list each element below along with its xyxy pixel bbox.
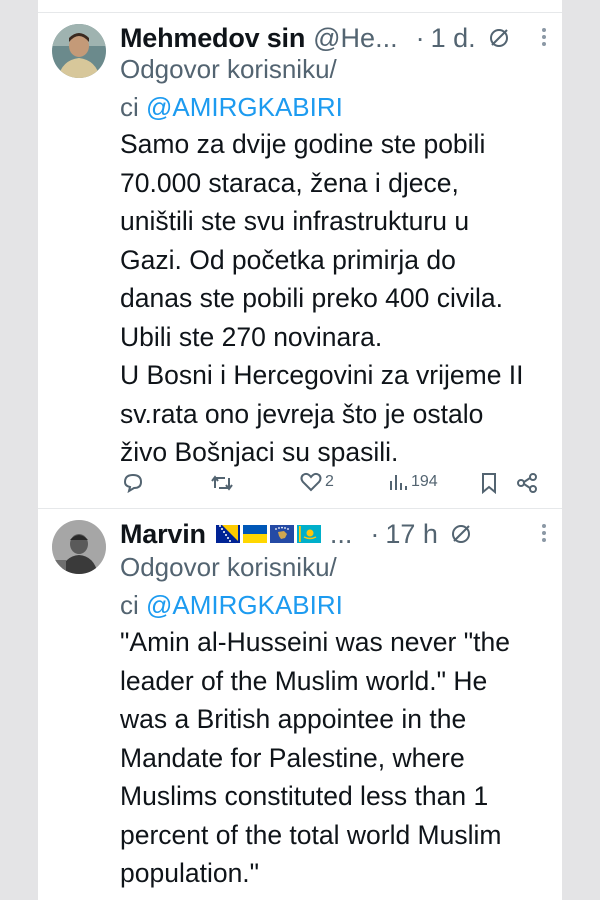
feed: Mehmedov sin @He... · 1 d. Odgovor koris… — [38, 0, 562, 900]
edit-icon — [488, 27, 510, 49]
action-bar: 2 194 — [120, 472, 548, 502]
reply-button[interactable] — [122, 472, 144, 494]
share-icon — [517, 473, 537, 493]
tweet-line: danas ste pobili preko 400 civila. — [120, 283, 504, 313]
tweet-line: "Amin al-Husseini was never "the — [120, 627, 510, 657]
edit-icon — [450, 523, 472, 545]
reply-mention[interactable]: @AMIRGKABIRI — [146, 92, 343, 122]
tweet-text: Samo za dvije godine ste pobili 70.000 s… — [120, 125, 548, 472]
tweet-line: Ubili ste 270 novinara. — [120, 321, 383, 352]
retweet-button[interactable] — [210, 472, 234, 494]
reply-ci: ci — [120, 92, 146, 122]
reply-mention[interactable]: @AMIRGKABIRI — [146, 590, 343, 620]
tweet-1[interactable]: Mehmedov sin @He... · 1 d. Odgovor koris… — [38, 14, 562, 506]
bosnia-flag-icon — [215, 525, 240, 543]
timestamp[interactable]: 1 d. — [431, 23, 476, 54]
reply-prefix: Odgovor korisniku/ — [120, 54, 337, 84]
ukraine-flag-icon — [242, 525, 267, 543]
tweet-2[interactable]: Marvin ... · 17 h Odgovor korisniku/ ci … — [38, 510, 562, 900]
tweet-line: 70.000 staraca, žena i djece, — [120, 167, 459, 198]
bookmark-icon — [482, 473, 496, 494]
separator-dot: · — [370, 518, 380, 549]
reply-prefix: Odgovor korisniku/ — [120, 552, 337, 582]
reply-ci: ci — [120, 590, 146, 620]
author-handle[interactable]: @He... — [313, 23, 397, 54]
divider — [38, 12, 562, 13]
author-name[interactable]: Mehmedov sin — [120, 23, 305, 54]
more-icon[interactable] — [540, 26, 548, 53]
divider — [38, 508, 562, 509]
views-count: 194 — [411, 473, 438, 490]
tweet-line: U Bosni i Hercegovini za vrijeme II — [120, 360, 524, 390]
tweet-line: sv.rata ono jevreja što je ostalo — [120, 398, 484, 429]
tweet-text: "Amin al-Husseini was never "the leader … — [120, 623, 548, 893]
share-button[interactable] — [516, 472, 538, 494]
reply-context: Odgovor korisniku/ ci @AMIRGKABIRI — [120, 548, 542, 624]
tweet-line: Mandate for Palestine, where — [120, 742, 465, 773]
retweet-icon — [211, 475, 233, 491]
like-button[interactable]: 2 — [300, 472, 334, 492]
tweet-line: Muslims constituted less than 1 — [120, 781, 489, 811]
reply-icon — [123, 473, 143, 494]
tweet-line: Gazi. Od početka primirja do — [120, 244, 456, 275]
tweet-line: percent of the total world Muslim — [120, 819, 502, 850]
tweet-line: was a British appointee in the — [120, 704, 467, 734]
reply-context: Odgovor korisniku/ ci @AMIRGKABIRI — [120, 50, 542, 126]
views-button[interactable]: 194 — [388, 472, 438, 492]
avatar[interactable] — [52, 24, 106, 78]
views-icon — [390, 475, 407, 490]
kazakhstan-flag-icon — [296, 525, 321, 543]
like-count: 2 — [325, 473, 334, 490]
avatar[interactable] — [52, 520, 106, 574]
author-name[interactable]: Marvin — [120, 519, 206, 550]
tweet-line: leader of the Muslim world." He — [120, 665, 488, 696]
tweet-line: živo Bošnjaci su spasili. — [120, 437, 399, 467]
more-icon[interactable] — [540, 522, 548, 549]
tweet-line: population." — [120, 858, 260, 888]
separator-dot: · — [415, 22, 425, 53]
timestamp[interactable]: 17 h — [385, 519, 438, 550]
tweet-line: Samo za dvije godine ste pobili — [120, 129, 486, 159]
bookmark-button[interactable] — [480, 472, 498, 494]
tweet-line: uništili ste svu infrastrukturu u — [120, 206, 470, 236]
name-ellipsis: ... — [329, 518, 353, 549]
like-icon — [300, 472, 322, 492]
kosovo-flag-icon — [269, 525, 294, 543]
flag-emojis — [215, 525, 324, 543]
